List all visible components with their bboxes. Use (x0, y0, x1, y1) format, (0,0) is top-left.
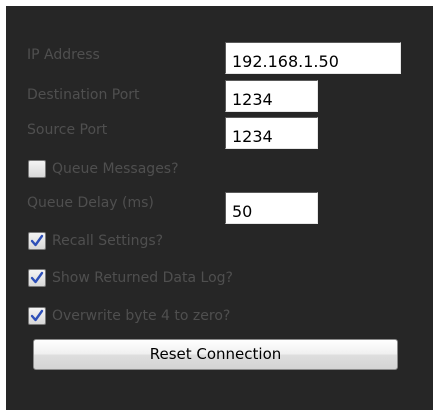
reset-connection-button[interactable]: Reset Connection (33, 339, 398, 370)
destination-port-label: Destination Port (27, 87, 140, 103)
queue-delay-label: Queue Delay (ms) (27, 195, 154, 211)
overwrite-byte-4-checkbox[interactable] (28, 307, 46, 325)
source-port-label: Source Port (27, 122, 108, 138)
queue-messages-checkbox[interactable] (28, 160, 46, 178)
overwrite-byte-4-label: Overwrite byte 4 to zero? (52, 308, 231, 324)
recall-settings-checkbox[interactable] (28, 232, 46, 250)
check-mark-icon (30, 309, 44, 322)
check-mark-icon (30, 271, 44, 284)
show-returned-data-log-label: Show Returned Data Log? (52, 270, 233, 286)
destination-port-field[interactable]: 1234 (225, 80, 318, 112)
queue-delay-field[interactable]: 50 (225, 192, 318, 224)
ip-address-label: IP Address (27, 47, 100, 63)
queue-messages-label: Queue Messages? (52, 161, 179, 177)
recall-settings-label: Recall Settings? (52, 233, 164, 249)
ip-address-field[interactable]: 192.168.1.50 (225, 42, 401, 74)
show-returned-data-log-checkbox[interactable] (28, 269, 46, 287)
check-mark-icon (30, 234, 44, 247)
source-port-field[interactable]: 1234 (225, 117, 318, 149)
